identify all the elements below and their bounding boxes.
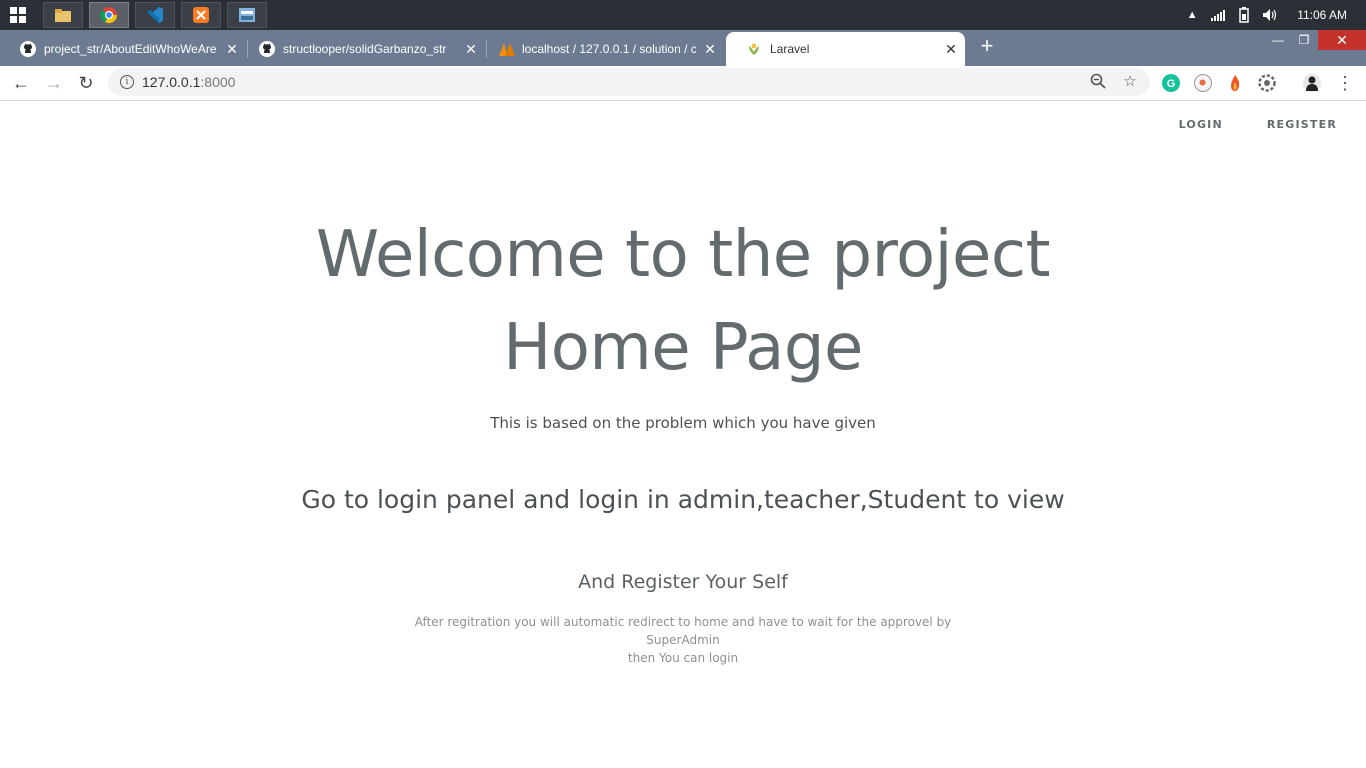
windows-start-icon[interactable] [10, 7, 26, 23]
grammarly-icon[interactable]: G [1162, 74, 1180, 92]
app-window-icon[interactable] [227, 2, 267, 28]
info-icon[interactable]: i [120, 75, 134, 89]
close-icon[interactable]: ✕ [463, 41, 479, 58]
title-line-1: Welcome to the project [315, 218, 1051, 292]
close-icon[interactable]: ✕ [943, 41, 959, 58]
avatar[interactable] [1303, 74, 1321, 92]
close-icon[interactable]: ✕ [224, 41, 240, 58]
clock[interactable]: 11:06 AM [1297, 8, 1347, 22]
tab-title: structlooper/solidGarbanzo_str [283, 42, 447, 56]
bookmark-star-icon[interactable]: ☆ [1121, 73, 1139, 91]
tab-strip: project_str/AboutEditWhoWeAre ✕ structlo… [0, 30, 1366, 66]
address-bar[interactable]: i 127.0.0.1:8000 ☆ [108, 68, 1150, 96]
menu-icon[interactable]: ⋮ [1336, 72, 1354, 94]
reload-icon[interactable]: ↻ [75, 72, 97, 94]
restore-button[interactable]: ❐ [1291, 30, 1317, 50]
page-title: Welcome to the project Home Page [0, 209, 1366, 395]
tab-title: localhost / 127.0.0.1 / solution / c [522, 42, 696, 56]
approval-note: After regitration you will automatic red… [393, 613, 973, 667]
title-line-2: Home Page [503, 311, 863, 385]
minimize-button[interactable]: — [1265, 30, 1291, 50]
github-icon [20, 41, 36, 57]
windows-taskbar: ▲ 11:06 AM [0, 0, 1366, 30]
signal-icon[interactable] [1209, 6, 1227, 24]
back-arrow-icon[interactable]: ← [10, 72, 32, 94]
tab-title: Laravel [770, 42, 810, 56]
zoom-icon[interactable] [1089, 73, 1107, 91]
register-link[interactable]: REGISTER [1267, 118, 1337, 131]
url-host: 127.0.0.1 [142, 74, 201, 90]
chrome-icon[interactable] [89, 2, 129, 28]
system-tray: ▲ 11:06 AM [1183, 0, 1366, 30]
window-close-button[interactable]: ✕ [1318, 30, 1366, 50]
battery-icon[interactable] [1235, 6, 1253, 24]
settings-extension-icon[interactable] [1258, 74, 1276, 92]
tab-phpmyadmin[interactable]: localhost / 127.0.0.1 / solution / c ✕ [478, 32, 724, 66]
browser-toolbar: ← → ↻ i 127.0.0.1:8000 ☆ G ⋮ [0, 66, 1366, 101]
chevron-up-icon[interactable]: ▲ [1183, 6, 1201, 24]
subtitle: This is based on the problem which you h… [490, 414, 876, 432]
tab-laravel[interactable]: Laravel ✕ [726, 32, 965, 66]
laravel-icon [746, 41, 762, 57]
xampp-icon[interactable] [181, 2, 221, 28]
forward-arrow-icon[interactable]: → [43, 72, 65, 94]
vscode-icon[interactable] [135, 2, 175, 28]
tab-github-project[interactable]: project_str/AboutEditWhoWeAre ✕ [0, 32, 246, 66]
svg-text:G: G [1167, 78, 1176, 90]
url-text[interactable]: 127.0.0.1:8000 [142, 74, 235, 90]
tab-github-solidgarbanzo[interactable]: structlooper/solidGarbanzo_str ✕ [239, 32, 485, 66]
tab-title: project_str/AboutEditWhoWeAre [44, 42, 217, 56]
login-link[interactable]: LOGIN [1179, 118, 1223, 131]
phpmyadmin-icon [498, 41, 515, 57]
flame-extension-icon[interactable] [1226, 74, 1244, 92]
github-icon [259, 41, 275, 57]
new-tab-button[interactable]: + [976, 35, 998, 58]
close-icon[interactable]: ✕ [702, 41, 718, 58]
file-explorer-icon[interactable] [43, 2, 83, 28]
register-heading: And Register Your Self [578, 571, 788, 593]
url-port: :8000 [200, 74, 236, 90]
volume-icon[interactable] [1261, 6, 1279, 24]
note-line-2: then You can login [627, 651, 739, 665]
extension-icon[interactable] [1194, 74, 1212, 92]
note-line-1: After regitration you will automatic red… [414, 615, 952, 647]
top-nav: LOGIN REGISTER [1179, 118, 1337, 131]
login-instructions-heading: Go to login panel and login in admin,tea… [301, 485, 1065, 514]
page-content: LOGIN REGISTER Welcome to the project Ho… [0, 101, 1366, 768]
